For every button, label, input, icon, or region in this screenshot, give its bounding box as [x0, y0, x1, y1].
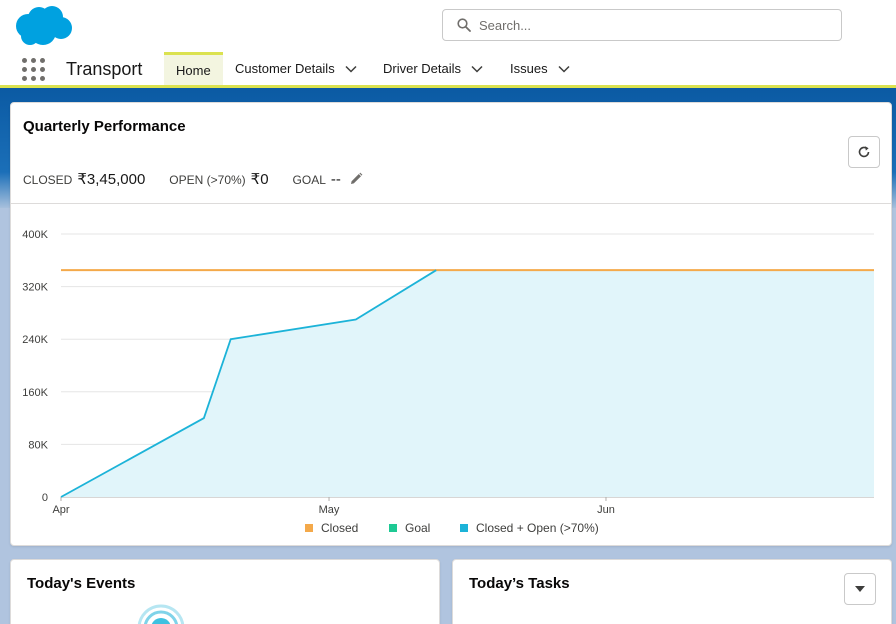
refresh-button[interactable] [848, 136, 880, 168]
salesforce-logo[interactable] [12, 4, 74, 48]
series-area-closed-open [61, 270, 874, 497]
tasks-filter-dropdown[interactable] [844, 573, 876, 605]
search-input[interactable] [479, 17, 819, 33]
legend-swatch [389, 524, 397, 532]
chevron-down-icon[interactable] [558, 65, 570, 73]
x-tick-label: Apr [52, 504, 69, 516]
tab-driver-details-label: Driver Details [383, 61, 462, 76]
open-value: ₹0 [250, 171, 269, 188]
global-search[interactable] [442, 9, 842, 41]
tab-customer-details-label: Customer Details [235, 61, 335, 76]
y-tick-label: 400K [22, 229, 48, 241]
closed-label: CLOSED [23, 173, 73, 187]
card-title: Today's Events [27, 575, 136, 592]
tab-home[interactable]: Home [164, 52, 223, 85]
tab-home-label: Home [176, 62, 211, 78]
search-icon [457, 18, 471, 32]
quarterly-performance-card: Quarterly Performance CLOSED ₹3,45,000 O… [10, 102, 892, 546]
legend-label: Closed + Open (>70%) [476, 521, 599, 535]
calendar-illustration-icon [137, 604, 185, 624]
goal-value: -- [330, 171, 341, 188]
x-tick-label: Jun [597, 504, 615, 516]
card-title: Quarterly Performance [23, 118, 186, 135]
legend-label: Goal [405, 521, 430, 535]
caret-down-icon [855, 586, 865, 592]
closed-value: ₹3,45,000 [77, 171, 146, 188]
app-navigation: Transport Home Customer Details Driver D… [0, 52, 896, 88]
goal-label: GOAL [292, 173, 326, 187]
legend-swatch [460, 524, 468, 532]
card-title: Today’s Tasks [469, 575, 570, 592]
open-label: OPEN (>70%) [169, 173, 246, 187]
app-name: Transport [66, 59, 143, 79]
performance-metrics: CLOSED ₹3,45,000 OPEN (>70%) ₹0 GOAL -- [23, 170, 363, 188]
y-tick-label: 0 [42, 492, 48, 504]
legend-swatch [305, 524, 313, 532]
x-tick-label: May [319, 504, 340, 516]
edit-goal-icon[interactable] [349, 172, 363, 186]
todays-events-card: Today's Events [10, 559, 440, 624]
chevron-down-icon[interactable] [345, 65, 357, 73]
legend-label: Closed [321, 521, 358, 535]
tab-issues[interactable]: Issues [510, 52, 570, 85]
y-tick-label: 160K [22, 387, 48, 399]
app-launcher-icon[interactable] [22, 58, 46, 82]
global-header [0, 0, 896, 52]
refresh-icon [858, 146, 870, 158]
todays-tasks-card: Today’s Tasks [452, 559, 892, 624]
y-tick-label: 240K [22, 334, 48, 346]
tab-issues-label: Issues [510, 61, 548, 76]
chevron-down-icon[interactable] [471, 65, 483, 73]
y-tick-label: 80K [28, 439, 48, 451]
y-tick-label: 320K [22, 282, 48, 294]
performance-chart: 0 80K 160K 240K 320K 400K Apr May Jun Closed Goal C… [22, 229, 874, 535]
tab-customer-details[interactable]: Customer Details [235, 52, 357, 85]
tab-driver-details[interactable]: Driver Details [383, 52, 483, 85]
